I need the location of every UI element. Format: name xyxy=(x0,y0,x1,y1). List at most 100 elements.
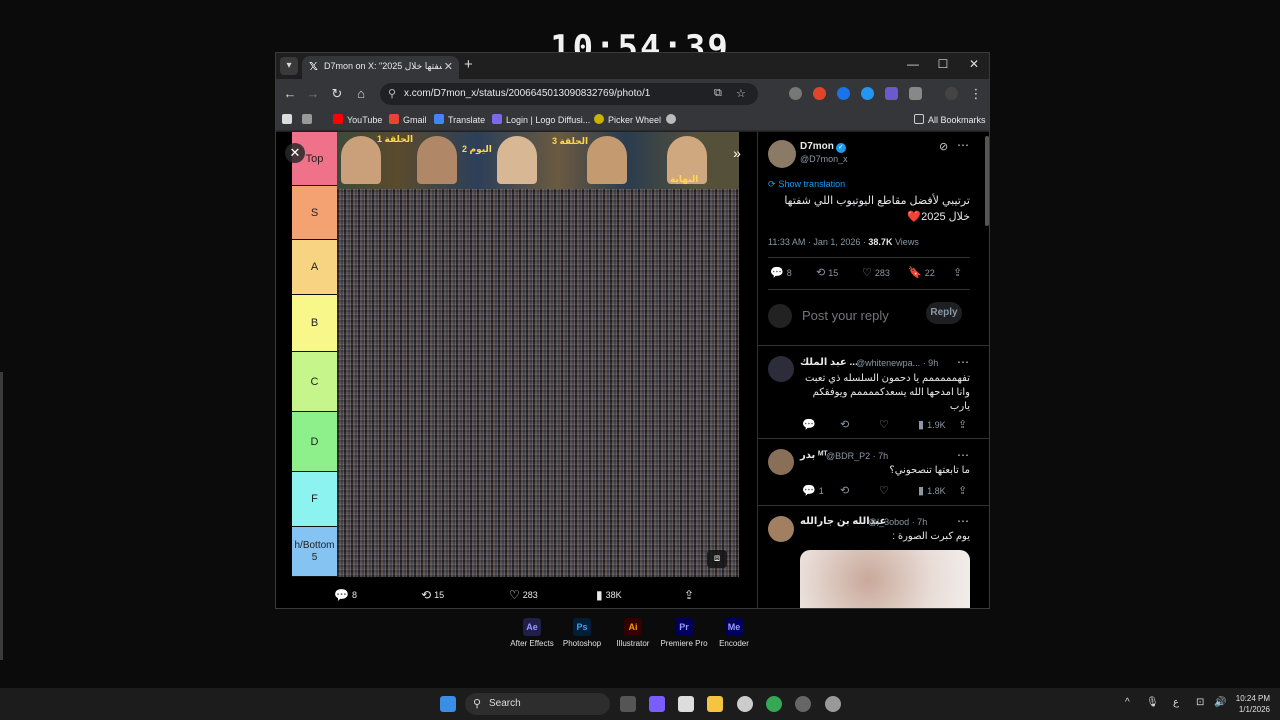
author-handle[interactable]: @D7mon_x xyxy=(800,154,848,164)
reply-avatar[interactable] xyxy=(768,449,794,475)
reply-author-name[interactable]: عبد الملك ... xyxy=(800,357,858,368)
reply-views[interactable]: ▮ 1.8K xyxy=(918,484,946,497)
reply-input[interactable]: Post your reply xyxy=(802,308,889,323)
app-illustrator[interactable]: Ai Illustrator xyxy=(608,618,658,648)
bookmark-button[interactable]: 🔖 22 xyxy=(908,266,935,279)
media-reply-button[interactable]: 💬 8 xyxy=(334,588,357,602)
reply-share-button[interactable]: ⇪ xyxy=(958,418,970,431)
bookmark-picker-wheel[interactable]: Picker Wheel xyxy=(594,114,661,125)
reply-like-button[interactable]: ♡ xyxy=(879,418,892,431)
reply-repost-button[interactable]: ⟲ xyxy=(840,418,852,431)
network-icon[interactable]: ⊡ xyxy=(1196,697,1204,708)
reply-handle[interactable]: @l_3obod · 7h xyxy=(868,517,927,527)
media-views-button[interactable]: ▮ 38K xyxy=(596,588,622,602)
tab-title: D7mon on X: "2025 شفتها خلال xyxy=(324,61,442,71)
install-app-icon[interactable]: ⧉ xyxy=(714,87,722,100)
reply-image[interactable] xyxy=(800,550,970,608)
chrome-icon[interactable] xyxy=(766,696,782,712)
reply-share-button[interactable]: ⇪ xyxy=(958,484,970,497)
media-repost-button[interactable]: ⟲ 15 xyxy=(421,588,444,602)
close-window-icon[interactable]: ✕ xyxy=(964,57,984,71)
volume-icon[interactable]: 🔊 xyxy=(1214,697,1226,708)
reply-icon: 💬 xyxy=(334,588,349,602)
menu-kebab-icon[interactable]: ⋮ xyxy=(968,86,984,102)
repost-button[interactable]: ⟲ 15 xyxy=(816,266,838,279)
apps-grid-icon[interactable] xyxy=(302,114,316,125)
reply-author-name[interactable]: بدر ᴹᵀ xyxy=(800,450,828,461)
file-explorer-icon[interactable] xyxy=(707,696,723,712)
extensions-puzzle-icon[interactable] xyxy=(909,87,922,100)
app-after-effects[interactable]: Ae After Effects xyxy=(507,618,557,648)
bookmark-youtube[interactable]: YouTube xyxy=(333,114,382,125)
bookmark-logo-diffusion[interactable]: Login | Logo Diffusi... xyxy=(492,114,590,125)
steam-icon[interactable] xyxy=(825,696,841,712)
reply-handle[interactable]: @BDR_P2 · 7h xyxy=(826,451,888,461)
audio-app-icon[interactable] xyxy=(795,696,811,712)
tray-overflow-icon[interactable]: ^ xyxy=(1125,697,1130,708)
input-language[interactable]: ع xyxy=(1173,697,1179,708)
app-photoshop[interactable]: Ps Photoshop xyxy=(557,618,607,648)
expand-panel-icon[interactable]: » xyxy=(727,143,747,163)
reply-reply-button[interactable]: 💬 1 xyxy=(802,484,824,497)
fire-extension-icon[interactable] xyxy=(813,87,826,100)
store-icon[interactable] xyxy=(678,696,694,712)
forward-icon[interactable]: → xyxy=(305,86,321,101)
windows-start-icon[interactable] xyxy=(440,696,456,712)
back-icon[interactable]: ← xyxy=(282,86,298,101)
show-translation-link[interactable]: ⟳ Show translation xyxy=(768,179,845,190)
all-bookmarks[interactable]: All Bookmarks xyxy=(914,114,986,125)
bookmark-translate[interactable]: Translate xyxy=(434,114,485,125)
reply-like-button[interactable]: ♡ xyxy=(879,484,892,497)
settings-gear-icon[interactable] xyxy=(737,696,753,712)
reload-icon[interactable]: ↻ xyxy=(329,86,345,102)
address-bar[interactable]: ⚲ x.com/D7mon_x/status/20066450130908327… xyxy=(380,83,758,105)
sync-extension-icon[interactable] xyxy=(861,87,874,100)
tab-search-dropdown-icon[interactable]: ▾ xyxy=(280,57,298,75)
maximize-icon[interactable]: ☐ xyxy=(933,57,953,71)
media-share-button[interactable]: ⇪ xyxy=(684,588,697,602)
active-tab[interactable]: 𝕏 D7mon on X: "2025 شفتها خلال ✕ xyxy=(302,56,459,79)
reply-repost-button[interactable]: ⟲ xyxy=(840,484,852,497)
copilot-icon[interactable] xyxy=(649,696,665,712)
share-button[interactable]: ⇪ xyxy=(953,266,965,279)
author-name[interactable]: D7mon ✓ xyxy=(800,141,846,153)
reply-handle[interactable]: @whitenewpa... · 9h xyxy=(856,358,938,368)
more-options-icon[interactable]: ⋯ xyxy=(957,448,969,462)
image-alt-icon[interactable]: ⧈ xyxy=(707,550,727,568)
bookmark-page-icon[interactable] xyxy=(282,114,296,125)
grok-icon[interactable]: ⊘ xyxy=(939,140,948,153)
reply-avatar[interactable] xyxy=(768,356,794,382)
minimize-icon[interactable]: — xyxy=(903,57,923,71)
profile-avatar-icon[interactable] xyxy=(945,87,958,100)
like-button[interactable]: ♡ 283 xyxy=(862,266,890,279)
reply-submit-button[interactable]: Reply xyxy=(926,302,962,324)
app-premiere-pro[interactable]: Pr Premiere Pro xyxy=(659,618,709,648)
bookmark-star-icon[interactable]: ☆ xyxy=(736,87,746,100)
blue-extension-icon[interactable] xyxy=(837,87,850,100)
more-options-icon[interactable]: ⋯ xyxy=(957,514,969,528)
bookmark-globe-icon[interactable] xyxy=(666,114,680,125)
picker-wheel-icon xyxy=(594,114,604,124)
author-avatar[interactable] xyxy=(768,140,796,168)
new-tab-icon[interactable]: + xyxy=(464,56,473,73)
task-view-icon[interactable] xyxy=(620,696,636,712)
reply-button[interactable]: 💬 8 xyxy=(770,266,792,279)
incognito-extension-icon[interactable] xyxy=(789,87,802,100)
reply-views[interactable]: ▮ 1.9K xyxy=(918,418,946,431)
panel-scrollbar[interactable] xyxy=(985,136,989,226)
microphone-icon[interactable]: 🎙 xyxy=(1146,697,1159,708)
tablet-extension-icon[interactable] xyxy=(885,87,898,100)
reply-reply-button[interactable]: 💬 xyxy=(802,418,819,431)
media-like-button[interactable]: ♡ 283 xyxy=(509,588,538,602)
more-options-icon[interactable]: ⋯ xyxy=(957,138,969,152)
home-icon[interactable]: ⌂ xyxy=(353,86,369,101)
taskbar-clock[interactable]: 10:24 PM 1/1/2026 xyxy=(1228,693,1270,715)
tab-close-icon[interactable]: ✕ xyxy=(444,60,453,73)
taskbar-search[interactable]: ⚲ Search xyxy=(465,693,610,715)
bookmark-gmail[interactable]: Gmail xyxy=(389,114,427,125)
reply-avatar[interactable] xyxy=(768,516,794,542)
more-options-icon[interactable]: ⋯ xyxy=(957,355,969,369)
site-info-icon[interactable]: ⚲ xyxy=(388,87,396,100)
app-media-encoder[interactable]: Me Encoder xyxy=(709,618,759,648)
close-media-icon[interactable]: ✕ xyxy=(285,143,305,163)
